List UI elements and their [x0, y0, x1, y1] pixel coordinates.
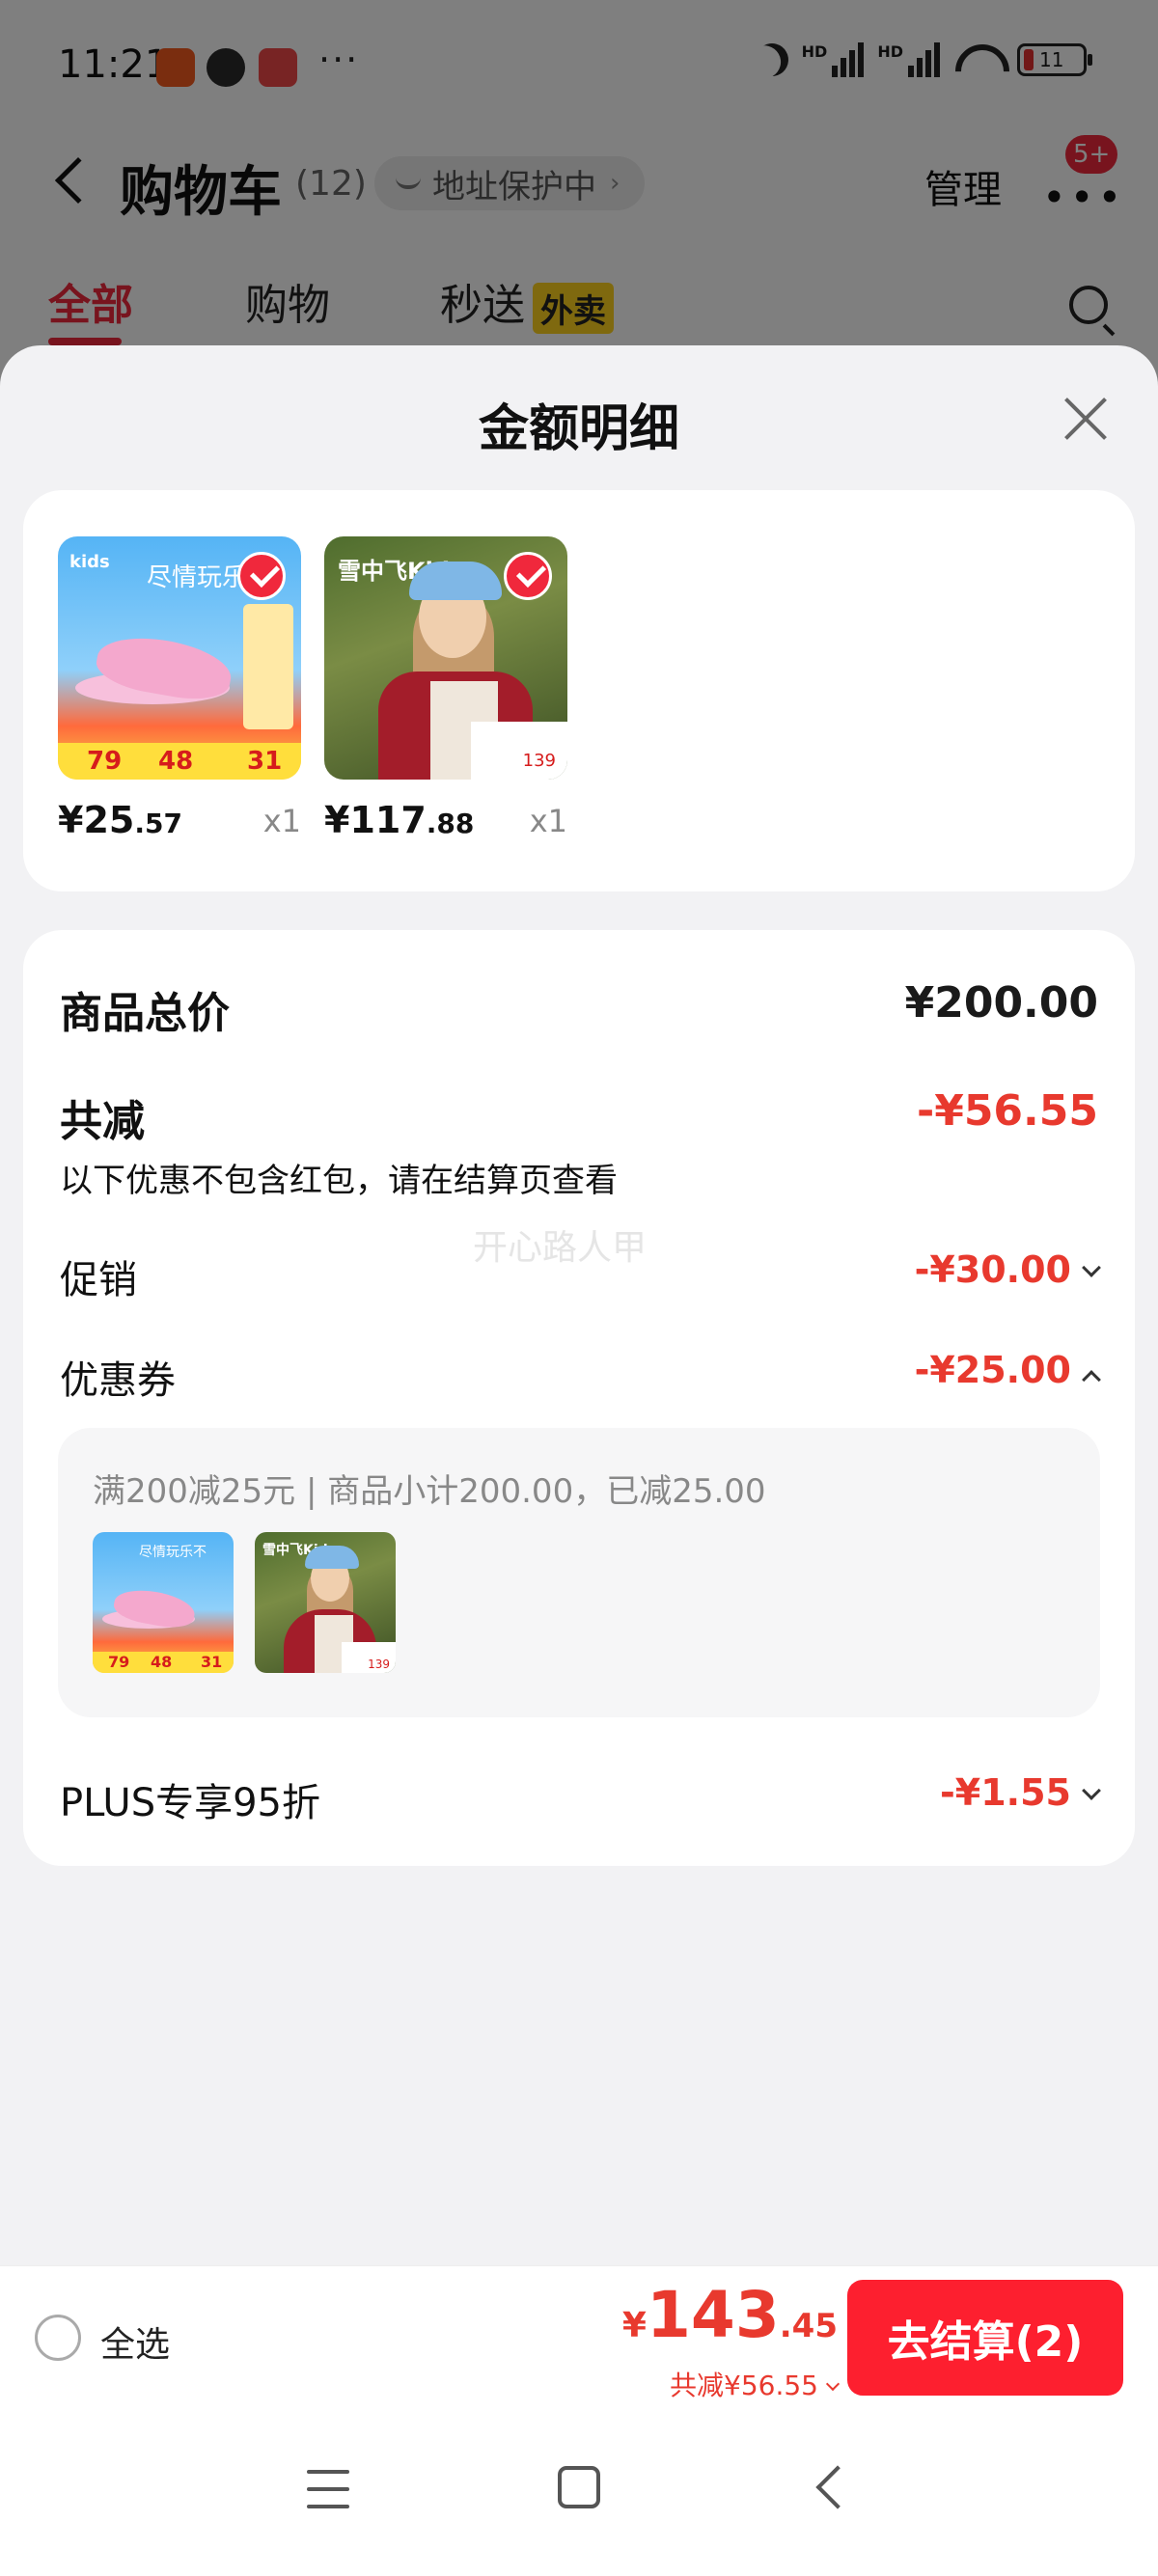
checkout-bar: 全选 ¥143.45 共减¥56.55 去结算(2): [0, 2265, 1158, 2408]
chevron-up-icon[interactable]: [1082, 1370, 1101, 1389]
screen: 11:21 ··· HD HD 11 购物车 (12) 地址保护中 › 管理: [0, 0, 1158, 2576]
product-image-visor[interactable]: kids 尽情玩乐不 79 48 31: [58, 536, 301, 780]
product-image-jacket[interactable]: 雪中飞Kids 139: [324, 536, 567, 780]
coupon-value-wrap: -¥25.00: [914, 1349, 1101, 1391]
saved-amount-toggle[interactable]: 共减¥56.55: [670, 2365, 841, 2403]
total-price: ¥143.45: [622, 2278, 838, 2352]
select-all-radio[interactable]: [35, 2315, 81, 2361]
product-card: kids 尽情玩乐不 79 48 31 ¥25.57 x1 雪中飞Kids 13…: [23, 490, 1135, 891]
chevron-down-icon[interactable]: [1082, 1258, 1101, 1277]
chevron-down-icon: [825, 2376, 841, 2392]
price-detail-sheet: 金额明细 kids 尽情玩乐不 79 48 31 ¥25.57 x1 雪中飞Ki…: [0, 345, 1158, 2265]
promotion-value-wrap: -¥30.00: [914, 1248, 1101, 1291]
subtotal-value: ¥200.00: [904, 978, 1098, 1028]
discount-note: 以下优惠不包含红包，请在结算页查看: [60, 1162, 618, 1200]
price-detail-card: 商品总价 ¥200.00 共减 -¥56.55 以下优惠不包含红包，请在结算页查…: [23, 930, 1135, 1866]
close-icon[interactable]: [1062, 396, 1108, 442]
saved-amount: 共减¥56.55: [670, 2370, 818, 2401]
promotion-label: 促销: [60, 1258, 137, 1302]
total-integer: 143: [646, 2278, 780, 2352]
chevron-down-icon[interactable]: [1082, 1781, 1101, 1800]
sheet-title: 金额明细: [478, 400, 679, 458]
total-discount-value: -¥56.55: [916, 1086, 1098, 1136]
total-discount-label: 共减: [60, 1097, 145, 1146]
modal-overlay[interactable]: [0, 0, 1158, 405]
product-quantity: x1: [262, 803, 301, 839]
coupon-detail-box: 满200减25元 | 商品小计200.00，已减25.00 尽情玩乐不 79 48…: [58, 1428, 1100, 1717]
coupon-label: 优惠券: [60, 1358, 176, 1403]
home-icon[interactable]: [558, 2466, 600, 2508]
product-quantity: x1: [529, 803, 567, 839]
product-price: ¥117.88: [324, 799, 475, 841]
subtotal-label: 商品总价: [60, 989, 230, 1038]
product-item[interactable]: 雪中飞Kids 139 ¥117.88 x1: [324, 536, 567, 841]
coupon-value: -¥25.00: [914, 1349, 1071, 1391]
system-navigation-bar: [0, 2408, 1158, 2576]
recent-apps-icon[interactable]: [307, 2470, 349, 2508]
back-icon[interactable]: [815, 2465, 860, 2509]
promotion-value: -¥30.00: [914, 1248, 1071, 1291]
total-decimal: .45: [779, 2307, 838, 2345]
currency-symbol: ¥: [621, 2306, 647, 2345]
watermark: 开心路人甲: [473, 1228, 648, 1268]
coupon-description: 满200减25元 | 商品小计200.00，已减25.00: [93, 1472, 766, 1511]
product-price: ¥25.57: [58, 799, 182, 841]
plus-discount-value-wrap: -¥1.55: [940, 1771, 1101, 1814]
checkout-button[interactable]: 去结算(2): [847, 2280, 1123, 2396]
coupon-product-thumb-visor: 尽情玩乐不 79 48 31: [93, 1532, 234, 1673]
coupon-product-thumb-jacket: 雪中飞Kids 139: [255, 1532, 396, 1673]
product-item[interactable]: kids 尽情玩乐不 79 48 31 ¥25.57 x1: [58, 536, 301, 841]
select-all-label[interactable]: 全选: [100, 2316, 170, 2367]
selected-check-icon[interactable]: [237, 552, 286, 600]
selected-check-icon[interactable]: [504, 552, 552, 600]
plus-discount-value: -¥1.55: [940, 1771, 1071, 1814]
plus-discount-label: PLUS专享95折: [60, 1781, 320, 1825]
